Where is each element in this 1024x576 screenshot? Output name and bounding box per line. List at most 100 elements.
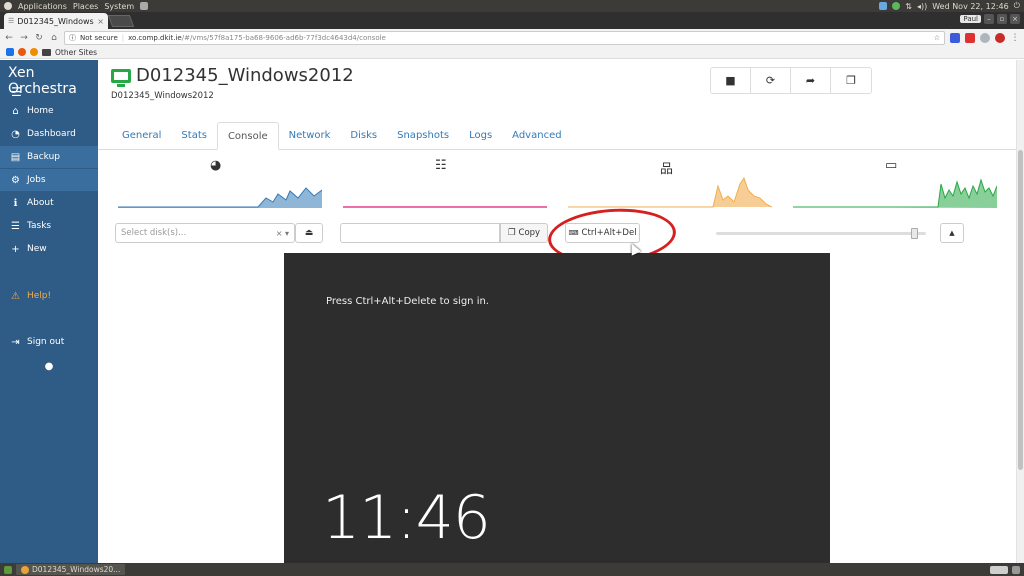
- minimize-button[interactable]: –: [984, 14, 994, 24]
- bookmark-feed-icon[interactable]: [30, 48, 38, 56]
- close-window-button[interactable]: ×: [1010, 14, 1020, 24]
- menu-system[interactable]: System: [104, 2, 134, 11]
- bookmark-star-icon[interactable]: ☆: [934, 34, 940, 42]
- power-icon[interactable]: ⏻: [1014, 1, 1020, 11]
- bookmark-gplus-icon[interactable]: [18, 48, 26, 56]
- security-status: Not secure: [80, 33, 118, 42]
- sidebar-item-label: Home: [27, 106, 54, 116]
- disk-stat: ▭: [793, 158, 997, 210]
- sidebar-item-label: Tasks: [27, 221, 52, 231]
- copy-button[interactable]: ❐ Copy: [500, 223, 548, 243]
- clock-text[interactable]: Wed Nov 22, 12:46: [932, 2, 1008, 11]
- apps-bookmark-icon[interactable]: [6, 48, 14, 56]
- copy-vm-button[interactable]: ❐: [831, 68, 871, 93]
- taskbar-window-title: D012345_Windows20...: [32, 565, 121, 574]
- tab-advanced[interactable]: Advanced: [502, 122, 571, 150]
- menu-applications[interactable]: Applications: [18, 2, 67, 11]
- dashboard-gauge-icon: ◕: [210, 158, 222, 173]
- console-scale-slider[interactable]: [716, 232, 926, 235]
- cpu-stat: ◕: [118, 158, 322, 210]
- workspace-switcher-icon[interactable]: [990, 565, 1008, 574]
- console-clock: 11:46: [322, 483, 491, 553]
- show-desktop-icon[interactable]: [4, 565, 12, 574]
- tab-logs[interactable]: Logs: [459, 122, 502, 150]
- profile-button[interactable]: Paul: [960, 15, 981, 23]
- tab-stats[interactable]: Stats: [171, 122, 217, 150]
- volume-icon[interactable]: ◂)): [917, 2, 927, 11]
- sidebar-item-label: Jobs: [27, 175, 46, 185]
- tab-disks[interactable]: Disks: [340, 122, 387, 150]
- main-content: D012345_Windows2012 D012345_Windows2012 …: [98, 60, 1016, 563]
- sidebar-item-sign-out[interactable]: ⇥ Sign out: [0, 331, 98, 353]
- tab-general[interactable]: General: [112, 122, 171, 150]
- maximize-button[interactable]: ▫: [997, 14, 1007, 24]
- address-bar[interactable]: ⓘ Not secure | xo.comp.dkit.ie/#/vms/57f…: [64, 30, 945, 45]
- sidebar-item-jobs[interactable]: ⚙ Jobs: [0, 169, 98, 191]
- sidebar-user[interactable]: ●: [0, 355, 98, 377]
- vm-icon-stand: [117, 84, 125, 87]
- sidebar-item-new[interactable]: + New: [0, 238, 98, 260]
- restart-button[interactable]: ⟳: [751, 68, 791, 93]
- dropbox-icon[interactable]: [879, 2, 888, 10]
- extension-pen-icon[interactable]: [965, 32, 975, 43]
- cpu-sparkline: [118, 187, 322, 208]
- help-launcher-icon[interactable]: [140, 2, 149, 10]
- tab-console[interactable]: Console: [216, 122, 279, 150]
- network-icon[interactable]: ⇅: [905, 2, 912, 11]
- vm-console-screen[interactable]: Press Ctrl+Alt+Delete to sign in. 11:46: [284, 253, 830, 563]
- sidebar-item-backup[interactable]: ▤ Backup: [0, 146, 98, 168]
- sidebar-item-label: New: [27, 244, 47, 254]
- fullscreen-toggle-button[interactable]: ▲: [940, 223, 964, 243]
- chrome-icon: [21, 565, 29, 574]
- disk-select-placeholder: Select disk(s)...: [121, 228, 187, 238]
- tab-network[interactable]: Network: [279, 122, 341, 150]
- tasks-icon: ☰: [11, 220, 20, 232]
- sidebar-item-label: Dashboard: [27, 129, 76, 139]
- extension-abp-icon[interactable]: [995, 32, 1005, 43]
- vm-description[interactable]: D012345_Windows2012: [111, 91, 214, 101]
- migrate-button[interactable]: ➦: [791, 68, 831, 93]
- clipboard-input[interactable]: [340, 223, 500, 243]
- home-page-icon[interactable]: ⌂: [49, 33, 59, 43]
- tab-favicon-icon: ☰: [8, 17, 15, 25]
- sidebar-item-help[interactable]: ⚠ Help!: [0, 285, 98, 307]
- tab-snapshots[interactable]: Snapshots: [387, 122, 459, 150]
- page-scrollbar[interactable]: [1016, 60, 1024, 563]
- disk-select[interactable]: Select disk(s)... × ▾: [115, 223, 295, 243]
- extension-globe-icon[interactable]: [980, 32, 990, 43]
- browser-tab[interactable]: ☰ D012345_Windows ×: [4, 13, 108, 29]
- tab-close-icon[interactable]: ×: [97, 17, 104, 26]
- bookmark-other-sites[interactable]: Other Sites: [55, 48, 97, 57]
- scrollbar-thumb[interactable]: [1018, 150, 1023, 470]
- jobs-icon: ⚙: [11, 174, 20, 186]
- browser-menu-icon[interactable]: ⋮: [1010, 33, 1020, 43]
- hard-drive-icon: ▭: [885, 158, 898, 173]
- hamburger-menu-icon[interactable]: ☰: [11, 85, 22, 99]
- slider-handle[interactable]: [911, 228, 918, 239]
- extension-b-icon[interactable]: [950, 32, 960, 43]
- copy-icon: ❐: [846, 74, 856, 87]
- sidebar-item-label: Backup: [27, 152, 60, 162]
- sync-icon[interactable]: [892, 2, 901, 10]
- stop-button[interactable]: ■: [711, 68, 751, 93]
- eject-icon: ⏏: [304, 228, 314, 238]
- eject-button[interactable]: ⏏: [295, 223, 323, 243]
- sidebar-item-home[interactable]: ⌂ Home: [0, 100, 98, 122]
- sidebar-item-tasks[interactable]: ☰ Tasks: [0, 215, 98, 237]
- forward-icon[interactable]: →: [19, 33, 29, 43]
- taskbar-window-item[interactable]: D012345_Windows20...: [16, 564, 126, 575]
- network-sparkline: [568, 176, 772, 208]
- clear-chevron-icon[interactable]: × ▾: [276, 229, 289, 238]
- menu-places[interactable]: Places: [73, 2, 98, 11]
- reload-icon[interactable]: ↻: [34, 33, 44, 43]
- vm-running-icon: [111, 69, 131, 83]
- back-icon[interactable]: ←: [4, 33, 14, 43]
- new-tab-button[interactable]: [107, 15, 135, 27]
- sidebar-item-about[interactable]: ℹ About: [0, 192, 98, 214]
- trash-icon[interactable]: [1012, 565, 1020, 574]
- info-icon[interactable]: ⓘ: [69, 33, 76, 43]
- sidebar-item-dashboard[interactable]: ◔ Dashboard: [0, 123, 98, 145]
- network-stat: 品: [568, 158, 772, 210]
- vm-name[interactable]: D012345_Windows2012: [136, 65, 354, 86]
- ubuntu-logo-icon[interactable]: [4, 2, 12, 10]
